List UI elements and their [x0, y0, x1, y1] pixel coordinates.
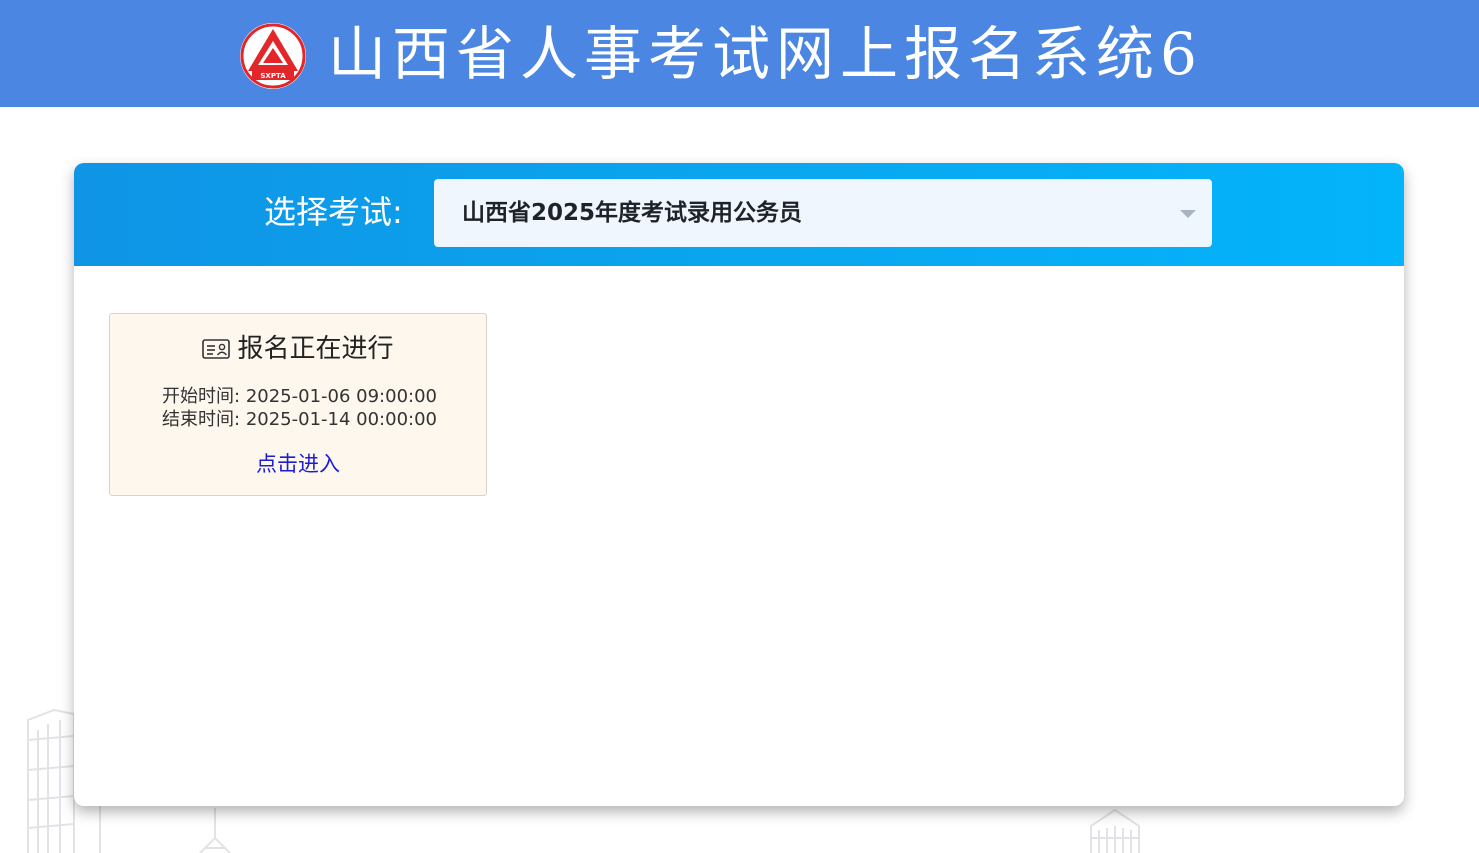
select-exam-label: 选择考试: [264, 193, 403, 231]
start-time-line: 开始时间: 2025-01-06 09:00:00 [162, 386, 437, 408]
status-title: 报名正在进行 [237, 334, 394, 364]
end-time-label: 结束时间: [162, 409, 241, 430]
site-title: 山西省人事考试网上报名系统6 [328, 20, 1203, 88]
id-card-icon [202, 339, 231, 359]
exam-card: 选择考试: 山西省2025年度考试录用公务员 报名正在进行 开始时间: 2025… [74, 163, 1404, 806]
start-time-label: 开始时间: [162, 386, 241, 407]
exam-select-dropdown[interactable]: 山西省2025年度考试录用公务员 [434, 179, 1212, 247]
page: SXPTA 山西省人事考试网上报名系统6 选择考试: 山西省2025年度考试录用… [0, 0, 1479, 853]
enter-registration-link[interactable]: 点击进入 [110, 451, 486, 477]
chevron-down-icon[interactable] [1180, 210, 1196, 218]
end-time-line: 结束时间: 2025-01-14 00:00:00 [162, 409, 437, 431]
exam-select-value: 山西省2025年度考试录用公务员 [462, 200, 803, 226]
exam-selector-bar: 选择考试: 山西省2025年度考试录用公务员 [74, 163, 1404, 266]
end-time-value: 2025-01-14 00:00:00 [245, 409, 437, 430]
status-title-row: 报名正在进行 [110, 332, 486, 366]
tower-sketch-icon [199, 808, 231, 853]
pavilion-sketch-icon [1090, 808, 1140, 853]
logo-text: SXPTA [260, 72, 286, 80]
site-header: SXPTA 山西省人事考试网上报名系统6 [0, 0, 1479, 107]
start-time-value: 2025-01-06 09:00:00 [245, 386, 437, 407]
registration-status-box: 报名正在进行 开始时间: 2025-01-06 09:00:00 结束时间: 2… [109, 313, 487, 496]
sxpta-emblem-icon: SXPTA [240, 23, 306, 89]
